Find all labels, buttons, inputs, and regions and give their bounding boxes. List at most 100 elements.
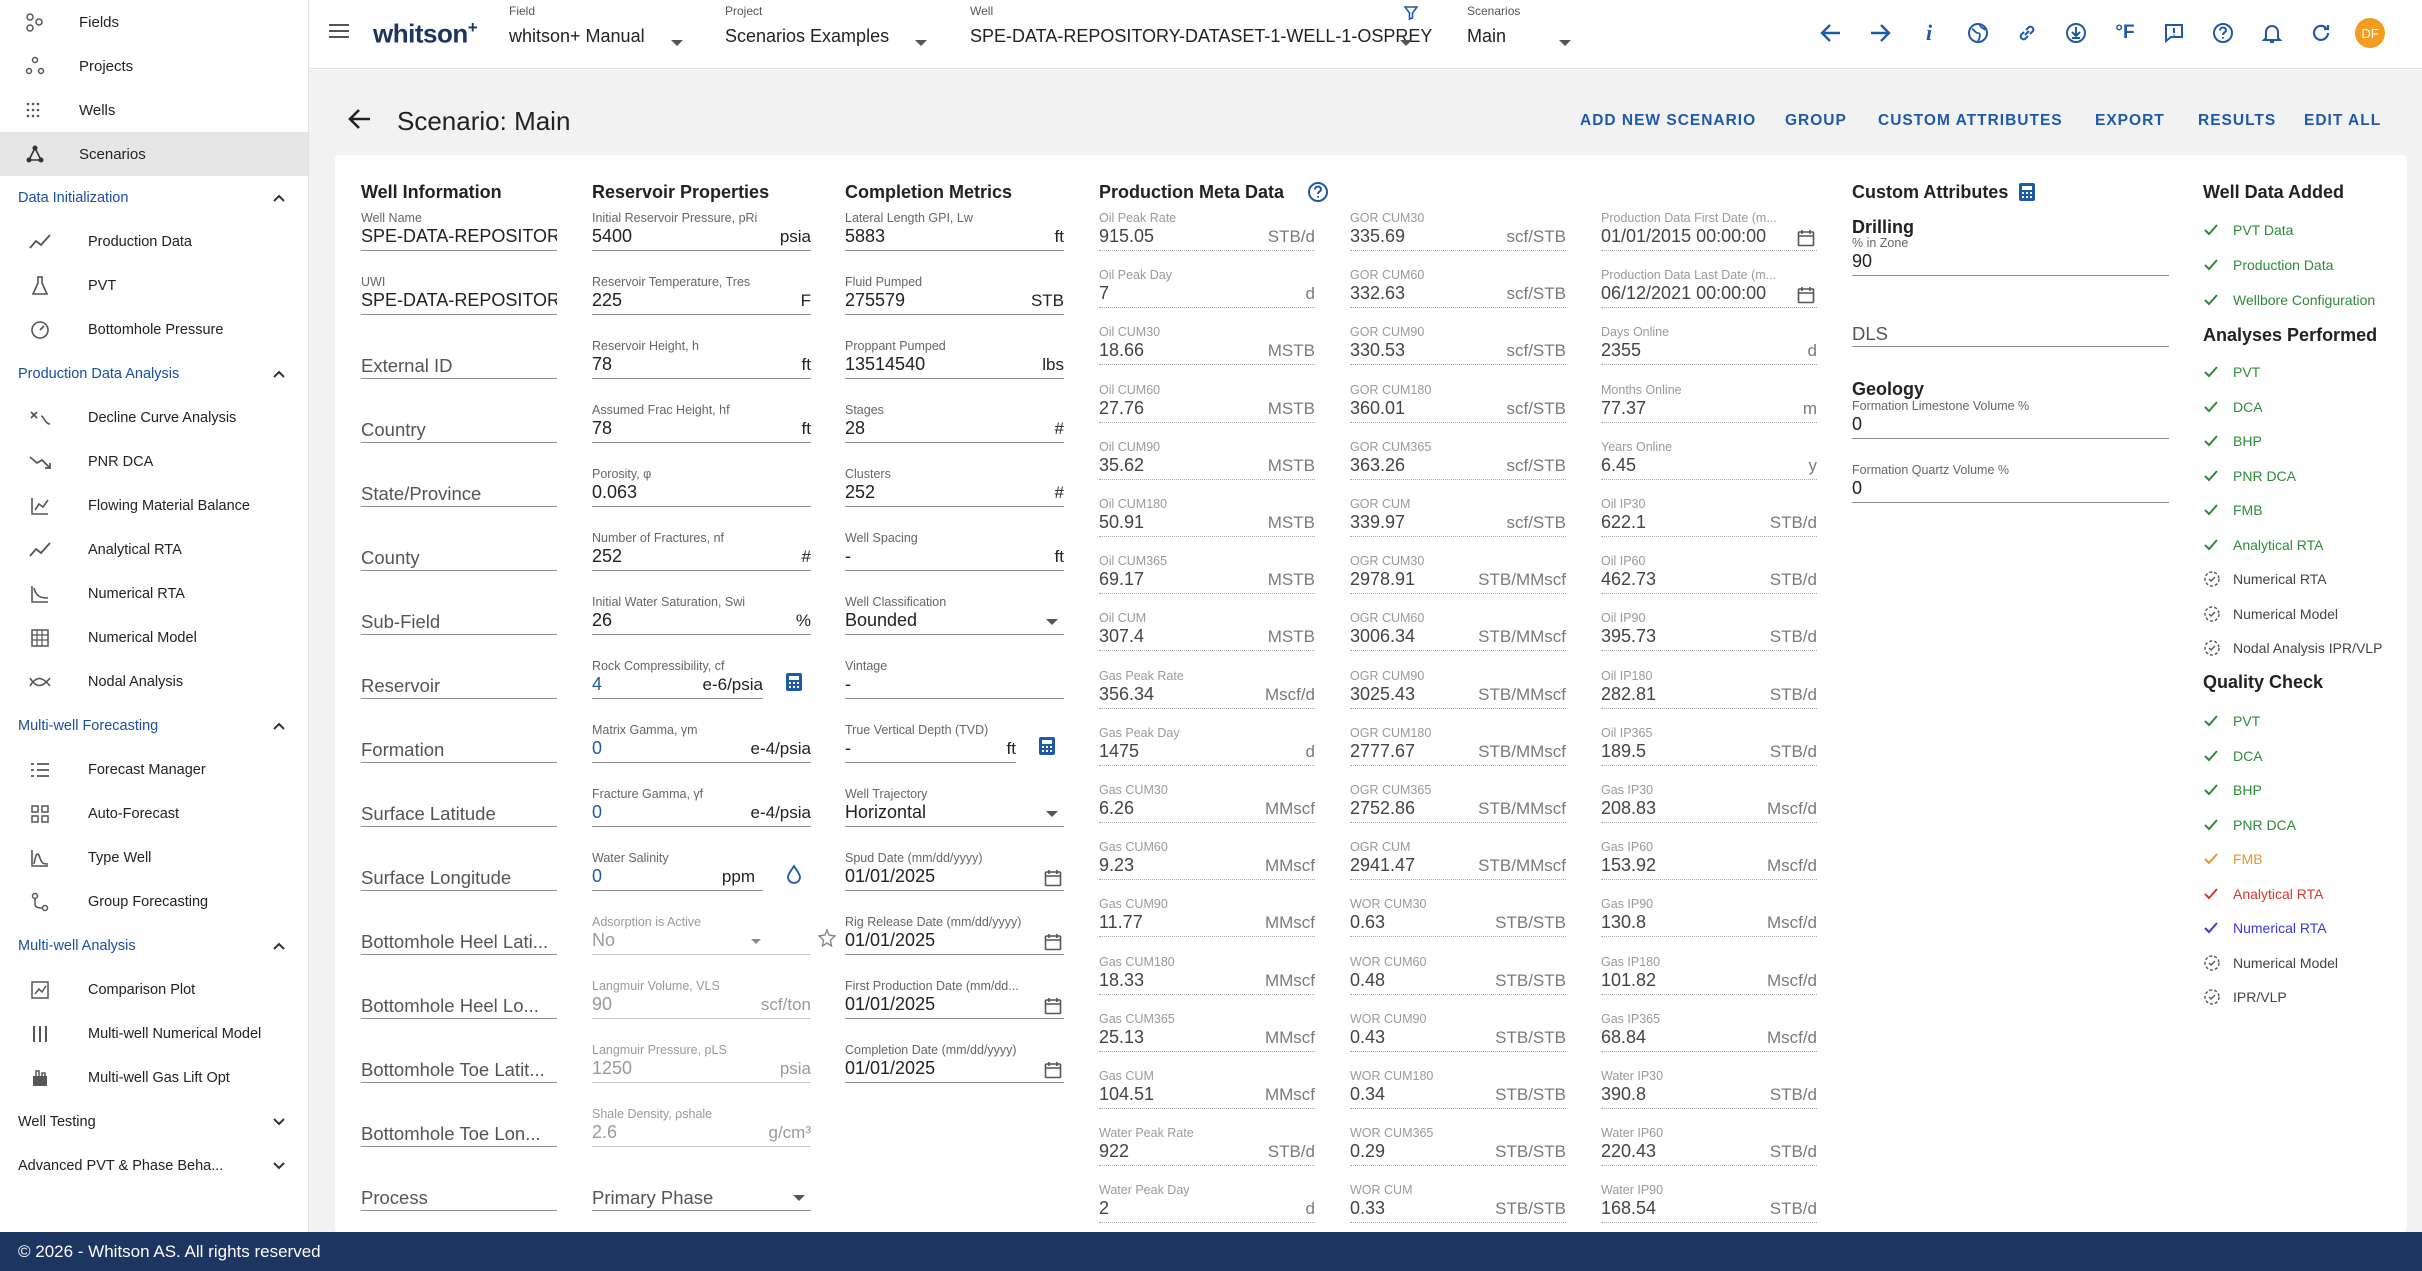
field-completion-date-mm-dd-yyyy[interactable]: Completion Date (mm/dd/yyyy) 01/01/2025 <box>845 1043 1064 1083</box>
nav-wells[interactable]: Wells <box>0 88 308 132</box>
field-initial-reservoir-pressure-pri[interactable]: Initial Reservoir Pressure, pRi 5400 psia <box>592 211 811 251</box>
sidebar-item-decline-curve-analysis[interactable]: Decline Curve Analysis <box>0 396 308 440</box>
field-assumed-frac-height-hf[interactable]: Assumed Frac Height, hf 78 ft <box>592 403 811 443</box>
edit-all-button[interactable]: EDIT ALL <box>2304 112 2381 130</box>
field-well-classification[interactable]: Well Classification Bounded <box>845 595 1064 635</box>
adsorption-settings-icon[interactable] <box>816 927 838 949</box>
sidebar-item-nodal-analysis[interactable]: Nodal Analysis <box>0 660 308 704</box>
field-clusters[interactable]: Clusters 252 # <box>845 467 1064 507</box>
sidebar-item-pvt[interactable]: PVT <box>0 264 308 308</box>
results-button[interactable]: RESULTS <box>2198 112 2276 130</box>
field-matrix-gamma-m[interactable]: Matrix Gamma, γm 0 e-4/psia <box>592 723 811 763</box>
calendar-icon[interactable] <box>1044 1061 1062 1084</box>
field-well-spacing[interactable]: Well Spacing - ft <box>845 531 1064 571</box>
link-icon[interactable] <box>2012 18 2042 48</box>
nav-fields[interactable]: Fields <box>0 0 308 44</box>
field-process[interactable]: Process <box>361 1171 557 1211</box>
nav-scenarios[interactable]: Scenarios <box>0 132 308 176</box>
field-fluid-pumped[interactable]: Fluid Pumped 275579 STB <box>845 275 1064 315</box>
field-lateral-length-gpi-lw[interactable]: Lateral Length GPI, Lw 5883 ft <box>845 211 1064 251</box>
field-proppant-pumped[interactable]: Proppant Pumped 13514540 lbs <box>845 339 1064 379</box>
scenario-selector[interactable]: Scenarios Main <box>1467 4 1577 62</box>
field-langmuir-volume-vls[interactable]: Langmuir Volume, VLS 90 scf/ton <box>592 979 811 1019</box>
well-selector[interactable]: Well SPE-DATA-REPOSITORY-DATASET-1-WELL-… <box>970 4 1432 62</box>
field-fracture-gamma-f[interactable]: Fracture Gamma, γf 0 e-4/psia <box>592 787 811 827</box>
feedback-icon[interactable] <box>2159 18 2189 48</box>
field-well-name[interactable]: Well NameSPE-DATA-REPOSITORY-DATASET-1-W… <box>361 211 557 251</box>
info-icon[interactable]: i <box>1914 18 1944 48</box>
sidebar-item-analytical-rta[interactable]: Analytical RTA <box>0 528 308 572</box>
field-country[interactable]: Country <box>361 403 557 443</box>
sidebar-item-numerical-rta[interactable]: Numerical RTA <box>0 572 308 616</box>
field-surface-latitude[interactable]: Surface Latitude <box>361 787 557 827</box>
field-county[interactable]: County <box>361 531 557 571</box>
field-rock-compressibility-cf[interactable]: Rock Compressibility, cf 4 e-6/psia <box>592 659 763 699</box>
calculator-icon[interactable] <box>2016 181 2038 203</box>
sidebar-item-comparison-plot[interactable]: Comparison Plot <box>0 968 308 1012</box>
field-sub-field[interactable]: Sub-Field <box>361 595 557 635</box>
calculator-icon[interactable] <box>1036 735 1058 757</box>
field-reservoir-height-h[interactable]: Reservoir Height, h 78 ft <box>592 339 811 379</box>
avatar[interactable]: DF <box>2355 18 2385 48</box>
back-arrow-icon[interactable] <box>347 107 377 137</box>
field-state-province[interactable]: State/Province <box>361 467 557 507</box>
field-surface-longitude[interactable]: Surface Longitude <box>361 851 557 891</box>
field-vintage[interactable]: Vintage - <box>845 659 1064 699</box>
section-multi-well-forecasting[interactable]: Multi-well Forecasting <box>0 704 308 748</box>
field-percent-in-zone[interactable]: % in Zone 90 <box>1852 236 2169 276</box>
refresh-icon[interactable] <box>2306 18 2336 48</box>
add-new-scenario-button[interactable]: ADD NEW SCENARIO <box>1580 112 1756 130</box>
field-reservoir[interactable]: Reservoir <box>361 659 557 699</box>
sidebar-item-production-data[interactable]: Production Data <box>0 220 308 264</box>
field-bottomhole-toe-latit[interactable]: Bottomhole Toe Latit... <box>361 1043 557 1083</box>
field-number-of-fractures-nf[interactable]: Number of Fractures, nf 252 # <box>592 531 811 571</box>
field-first-production-date-mm-dd[interactable]: First Production Date (mm/dd... 01/01/202… <box>845 979 1064 1019</box>
primary-phase-select[interactable]: Primary Phase <box>592 1171 811 1211</box>
field-uwi[interactable]: UWISPE-DATA-REPOSITORY-DATASET-1-WELL-1-… <box>361 275 557 315</box>
globe-icon[interactable] <box>1963 18 1993 48</box>
calendar-icon[interactable] <box>1044 997 1062 1020</box>
section-data-initialization[interactable]: Data Initialization <box>0 176 308 220</box>
temperature-unit-icon[interactable]: °F <box>2110 18 2140 48</box>
sidebar-item-pnr-dca[interactable]: PNR DCA <box>0 440 308 484</box>
field-external-id[interactable]: External ID <box>361 339 557 379</box>
field-bottomhole-heel-lati[interactable]: Bottomhole Heel Lati... <box>361 915 557 955</box>
field-initial-water-saturation-swi[interactable]: Initial Water Saturation, Swi 26% <box>592 595 811 635</box>
field-dls[interactable]: DLS <box>1852 307 2169 347</box>
nav-projects[interactable]: Projects <box>0 44 308 88</box>
section-advanced-pvt-phase-beha[interactable]: Advanced PVT & Phase Beha... <box>0 1144 308 1188</box>
water-drop-icon[interactable] <box>783 863 805 885</box>
field-well-trajectory[interactable]: Well Trajectory Horizontal <box>845 787 1064 827</box>
field-bottomhole-heel-lo[interactable]: Bottomhole Heel Lo... <box>361 979 557 1019</box>
notifications-icon[interactable] <box>2257 18 2287 48</box>
download-icon[interactable] <box>2061 18 2091 48</box>
calendar-icon[interactable] <box>1797 229 1815 252</box>
menu-icon[interactable] <box>329 22 355 44</box>
arrow-back-icon[interactable] <box>1816 18 1846 48</box>
field-formation-quartz-volume[interactable]: Formation Quartz Volume % 0 <box>1852 463 2169 503</box>
field-bottomhole-toe-lon[interactable]: Bottomhole Toe Lon... <box>361 1107 557 1147</box>
section-well-testing[interactable]: Well Testing <box>0 1100 308 1144</box>
project-selector[interactable]: Project Scenarios Examples <box>725 4 935 62</box>
filter-icon[interactable] <box>1403 6 1419 25</box>
field-true-vertical-depth-tvd[interactable]: True Vertical Depth (TVD) - ft <box>845 723 1016 763</box>
custom-attributes-button[interactable]: CUSTOM ATTRIBUTES <box>1878 112 2063 130</box>
calculator-icon[interactable] <box>783 671 805 693</box>
help-icon[interactable] <box>2208 18 2238 48</box>
sidebar-item-group-forecasting[interactable]: Group Forecasting <box>0 880 308 924</box>
calendar-icon[interactable] <box>1797 286 1815 309</box>
field-langmuir-pressure-pls[interactable]: Langmuir Pressure, pLS 1250 psia <box>592 1043 811 1083</box>
section-multi-well-analysis[interactable]: Multi-well Analysis <box>0 924 308 968</box>
sidebar-item-numerical-model[interactable]: Numerical Model <box>0 616 308 660</box>
field-rig-release-date-mm-dd-yyyy[interactable]: Rig Release Date (mm/dd/yyyy) 01/01/2025 <box>845 915 1064 955</box>
sidebar-item-bottomhole-pressure[interactable]: Bottomhole Pressure <box>0 308 308 352</box>
calendar-icon[interactable] <box>1044 869 1062 892</box>
field-shale-density-shale[interactable]: Shale Density, ρshale 2.6 g/cm³ <box>592 1107 811 1147</box>
sidebar-item-multi-well-numerical-model[interactable]: Multi-well Numerical Model <box>0 1012 308 1056</box>
field-porosity[interactable]: Porosity, φ 0.063 <box>592 467 811 507</box>
brand-logo[interactable]: whitson+ <box>373 18 478 50</box>
field-selector[interactable]: Field whitson+ Manual <box>509 4 689 62</box>
sidebar-item-type-well[interactable]: Type Well <box>0 836 308 880</box>
calendar-icon[interactable] <box>1044 933 1062 956</box>
group-button[interactable]: GROUP <box>1785 112 1847 130</box>
